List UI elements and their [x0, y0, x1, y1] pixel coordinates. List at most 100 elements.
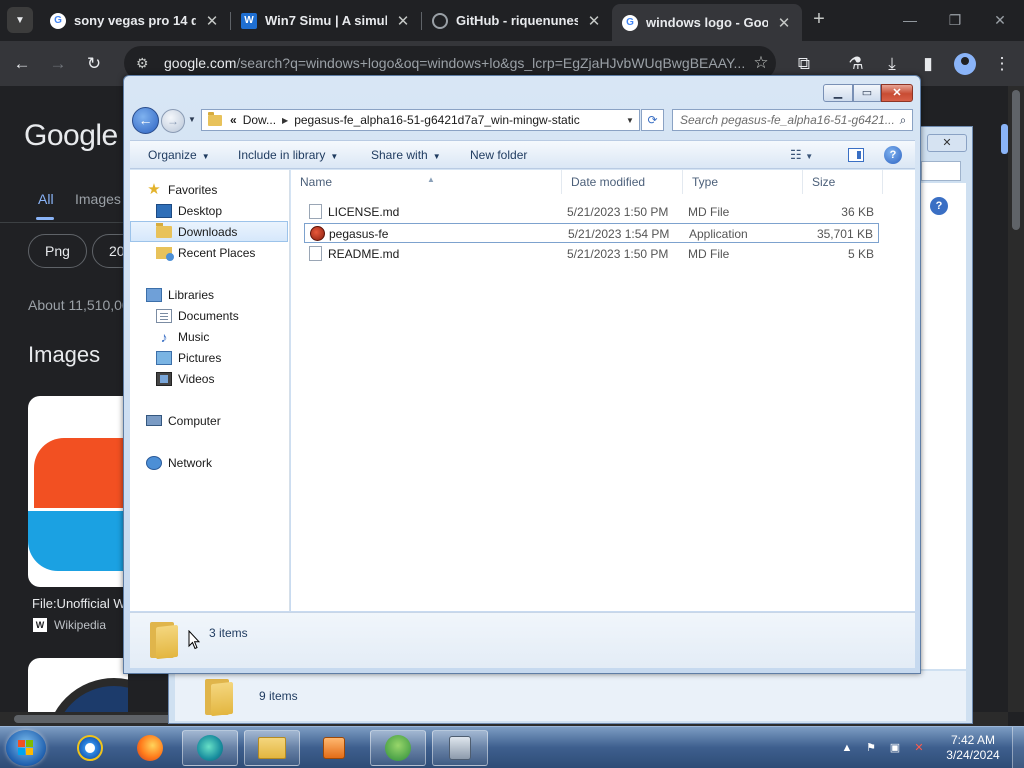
close-icon[interactable]: ✕: [881, 84, 913, 102]
search-box[interactable]: ⌕: [672, 109, 913, 131]
taskbar-firefox[interactable]: [122, 730, 178, 766]
profile-avatar-icon[interactable]: [954, 53, 976, 75]
nav-item-documents[interactable]: Documents: [130, 305, 288, 326]
tab-title: sony vegas pro 14 dov: [74, 13, 196, 28]
nav-item-videos[interactable]: Videos: [130, 368, 288, 389]
back-button[interactable]: ←: [132, 107, 159, 134]
bg-search-icon[interactable]: [921, 161, 961, 181]
network-status-icon[interactable]: ▣: [888, 741, 902, 755]
recent-pages-chevron-icon[interactable]: ▼: [188, 115, 196, 124]
nav-item-libraries[interactable]: Libraries: [130, 284, 288, 305]
tab-win7-simu[interactable]: W Win7 Simu | A simulat ✕: [231, 6, 421, 35]
action-center-flag-icon[interactable]: ⚑: [864, 741, 878, 755]
file-row-readme[interactable]: README.md 5/21/2023 1:50 PM MD File 5 KB: [304, 244, 879, 264]
taskbar-explorer[interactable]: [244, 730, 300, 766]
column-header-date-modified[interactable]: Date modified: [562, 170, 683, 194]
tab-windows-logo[interactable]: G windows logo - Googl ✕: [612, 4, 802, 41]
taskbar-media-player[interactable]: [306, 730, 362, 766]
google-tab-images[interactable]: Images: [75, 191, 121, 207]
column-header-name[interactable]: Name ▲: [291, 170, 562, 194]
maximize-icon[interactable]: ▭: [853, 84, 881, 102]
share-with-button[interactable]: Share with ▼: [371, 148, 441, 162]
restore-icon[interactable]: ❐: [935, 6, 975, 34]
tab-search-chevron-icon[interactable]: ▼: [7, 7, 33, 33]
file-date: 5/21/2023 1:50 PM: [567, 205, 669, 219]
show-desktop-button[interactable]: [1012, 727, 1024, 768]
file-row-pegasus-fe[interactable]: pegasus-fe 5/21/2023 1:54 PM Application…: [304, 223, 879, 243]
column-header-size[interactable]: Size: [803, 170, 883, 194]
image-result-thumbnail-2[interactable]: [28, 658, 128, 718]
minimize-icon[interactable]: —: [890, 6, 930, 34]
taskbar-disk-app[interactable]: [432, 730, 488, 766]
minimize-icon[interactable]: ▁: [823, 84, 853, 102]
site-settings-icon[interactable]: ⚙: [136, 55, 158, 72]
include-in-library-button[interactable]: Include in library ▼: [238, 148, 338, 162]
tab-close-icon[interactable]: ✕: [586, 12, 602, 30]
file-size: 35,701 KB: [816, 227, 873, 241]
extensions-puzzle-icon[interactable]: ⧉: [790, 50, 818, 78]
bookmark-star-icon[interactable]: ☆: [746, 53, 776, 73]
tab-github[interactable]: GitHub - riquenunes/ ✕: [422, 6, 612, 35]
organize-button[interactable]: Organize ▼: [148, 148, 210, 162]
new-tab-button[interactable]: +: [808, 8, 830, 30]
column-header-type[interactable]: Type: [683, 170, 803, 194]
address-dropdown-icon[interactable]: ▼: [621, 116, 639, 125]
back-arrow-icon[interactable]: ←: [8, 50, 36, 78]
close-icon[interactable]: ✕: [980, 6, 1020, 34]
tab-close-icon[interactable]: ✕: [776, 14, 792, 32]
change-view-icon[interactable]: ☷ ▼: [790, 147, 813, 163]
taskbar-edge[interactable]: [182, 730, 238, 766]
breadcrumb-current-folder[interactable]: pegasus-fe_alpha16-51-g6421d7a7_win-ming…: [294, 113, 580, 127]
explorer-window[interactable]: ▁ ▭ ✕ ← → ▼ « Dow... ▶ pegasus-fe_alpha1…: [123, 75, 921, 674]
nav-item-desktop[interactable]: Desktop: [130, 200, 288, 221]
search-input[interactable]: [680, 113, 894, 127]
file-row-license[interactable]: LICENSE.md 5/21/2023 1:50 PM MD File 36 …: [304, 202, 879, 222]
filter-chip-png[interactable]: Png: [28, 234, 87, 268]
volume-muted-icon[interactable]: ✕: [912, 741, 926, 755]
forward-button[interactable]: →: [161, 109, 185, 133]
system-clock[interactable]: 7:42 AM 3/24/2024: [940, 733, 1006, 763]
page-vertical-scrollbar[interactable]: [1008, 86, 1024, 712]
labs-flask-icon[interactable]: ⚗: [842, 50, 870, 78]
nav-item-pictures[interactable]: Pictures: [130, 347, 288, 368]
nav-item-favorites[interactable]: ★ Favorites: [146, 179, 286, 200]
music-note-icon: ♪: [160, 328, 168, 345]
breadcrumb-downloads[interactable]: Dow...: [243, 113, 276, 127]
refresh-icon[interactable]: ⟳: [641, 109, 664, 131]
win7-favicon-icon: W: [241, 12, 257, 29]
nav-item-music[interactable]: ♪ Music: [130, 326, 288, 347]
nav-item-computer[interactable]: Computer: [130, 410, 288, 431]
google-logo[interactable]: Google: [24, 119, 118, 153]
help-icon[interactable]: ?: [884, 146, 902, 164]
nav-item-recent-places[interactable]: Recent Places: [130, 242, 288, 263]
scrollbar-thumb[interactable]: [1012, 90, 1020, 230]
tab-close-icon[interactable]: ✕: [395, 12, 411, 30]
image-result-thumbnail[interactable]: [28, 396, 128, 587]
address-bar[interactable]: « Dow... ▶ pegasus-fe_alpha16-51-g6421d7…: [201, 109, 640, 131]
windows-logo-red-pane: [34, 438, 128, 508]
bg-help-icon[interactable]: ?: [930, 197, 948, 215]
tab-close-icon[interactable]: ✕: [204, 12, 220, 30]
file-date: 5/21/2023 1:50 PM: [567, 247, 669, 261]
taskbar-internet-explorer[interactable]: [62, 730, 118, 766]
breadcrumb-arrow-icon[interactable]: ▶: [282, 116, 288, 125]
tab-sony-vegas[interactable]: G sony vegas pro 14 dov ✕: [40, 6, 230, 35]
breadcrumb-overflow[interactable]: «: [230, 113, 237, 127]
start-button[interactable]: [6, 730, 46, 766]
google-tab-all[interactable]: All: [36, 191, 54, 220]
scrollbar-thumb[interactable]: [14, 715, 174, 723]
side-panel-icon[interactable]: ▮: [914, 50, 942, 78]
preview-pane-icon[interactable]: [848, 148, 864, 162]
nav-item-downloads[interactable]: Downloads: [130, 221, 288, 242]
bg-close-icon[interactable]: ✕: [927, 134, 967, 152]
chrome-menu-icon[interactable]: ⋮: [988, 50, 1016, 78]
search-icon[interactable]: ⌕: [894, 113, 912, 128]
reload-icon[interactable]: ↻: [80, 50, 108, 78]
nav-item-network[interactable]: Network: [130, 452, 288, 473]
image-result-caption[interactable]: File:Unofficial W: [32, 596, 126, 611]
new-folder-button[interactable]: New folder: [470, 148, 527, 162]
show-hidden-icons-icon[interactable]: ▲: [840, 741, 854, 755]
download-icon[interactable]: ⤓: [878, 50, 906, 78]
forward-arrow-icon[interactable]: →: [44, 50, 72, 78]
taskbar-windows-app[interactable]: [370, 730, 426, 766]
